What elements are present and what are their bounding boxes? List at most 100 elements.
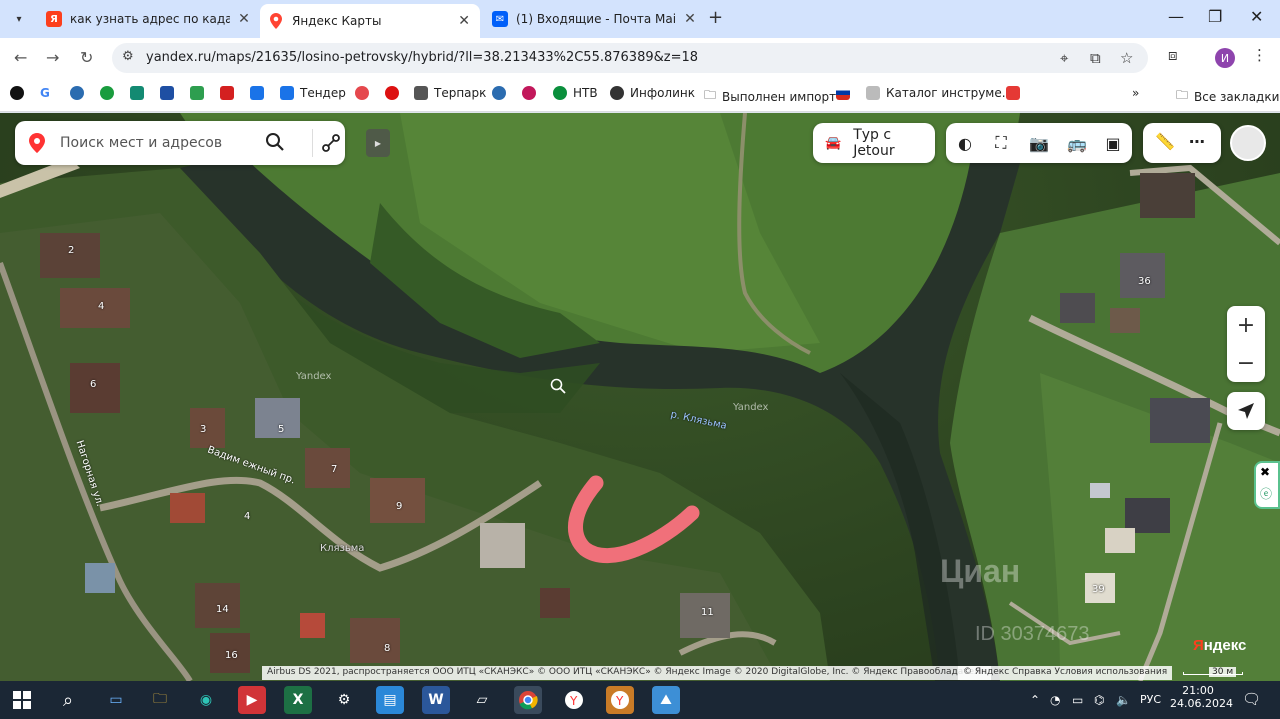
zoom-out-button[interactable]: −	[1227, 344, 1265, 382]
close-icon[interactable]: ✕	[236, 11, 252, 27]
tab-yandex-maps[interactable]: Яндекс Карты ✕	[260, 4, 480, 38]
bookmark-icon[interactable]	[100, 86, 120, 100]
bookmark-icon[interactable]	[220, 86, 240, 100]
bookmark-icon[interactable]	[160, 86, 180, 100]
restore-icon[interactable]: ❐	[1208, 7, 1222, 26]
reload-icon[interactable]: ↻	[80, 48, 93, 67]
bookmark-icon[interactable]	[355, 86, 375, 100]
star-icon[interactable]: ☆	[1120, 49, 1133, 67]
all-bookmarks[interactable]: 🗀 Все закладки	[1176, 86, 1279, 107]
app-icon[interactable]: ▤	[376, 686, 404, 714]
word-icon[interactable]: W	[422, 686, 450, 714]
search-icon[interactable]	[265, 132, 285, 152]
install-app-icon[interactable]: ⧉	[1090, 49, 1101, 67]
language-indicator[interactable]: РУС	[1140, 693, 1161, 706]
tray-chevron-icon[interactable]: ⌃	[1030, 693, 1040, 707]
bookmark-icon[interactable]	[10, 86, 30, 100]
bookmark-tender[interactable]: Тендер	[280, 86, 346, 100]
notifications-icon[interactable]: 🗨	[1242, 690, 1261, 708]
widget-icon[interactable]: ⓔ	[1260, 485, 1272, 502]
bookmark-terpark[interactable]: Терпарк	[414, 86, 486, 100]
volume-icon[interactable]: 🔈	[1116, 693, 1131, 707]
tab-search-button[interactable]: ▾	[8, 8, 30, 30]
google-icon[interactable]: G	[40, 86, 50, 100]
app-icon[interactable]: ▶	[238, 686, 266, 714]
bookmark-icon[interactable]	[836, 86, 856, 100]
more-icon[interactable]: ⋯	[1189, 132, 1205, 151]
ruler-icon[interactable]: 📏	[1155, 132, 1175, 151]
route-icon[interactable]	[321, 133, 341, 153]
search-icon[interactable]: ⌕	[54, 686, 82, 714]
address-bar[interactable]: ⚙ yandex.ru/maps/21635/losino-petrovsky/…	[112, 43, 1148, 73]
bookmark-icon[interactable]	[492, 86, 512, 100]
bookmark-label: Выполнен импорт	[722, 89, 837, 104]
user-avatar[interactable]	[1230, 125, 1266, 161]
bookmark-icon[interactable]	[250, 86, 270, 100]
folder-icon: 🗀	[1176, 88, 1189, 102]
windows-start-icon[interactable]	[8, 686, 36, 714]
yandex-icon[interactable]: Y	[606, 686, 634, 714]
map-legal-links[interactable]: © Яндекс Справка Условия использования	[958, 666, 1173, 680]
transport-icon[interactable]: 🚌	[1066, 132, 1088, 154]
clock[interactable]: 21:00 24.06.2024	[1170, 684, 1233, 710]
map-attribution[interactable]: Airbus DS 2021, распространяется ООО ИТЦ…	[262, 666, 991, 680]
site-info-icon[interactable]: ⚙	[122, 49, 134, 64]
close-window-icon[interactable]: ✕	[1250, 7, 1263, 26]
bookmark-icon[interactable]	[70, 86, 90, 100]
bookmark-icon[interactable]	[522, 86, 542, 100]
tray-app-icon[interactable]: ◔	[1050, 693, 1060, 707]
house-number: 36	[1138, 276, 1151, 287]
close-icon[interactable]: ✖	[1260, 465, 1270, 479]
yandex-browser-icon[interactable]: Y	[560, 686, 588, 714]
bookmark-folder-import[interactable]: 🗀 Выполнен импорт	[704, 86, 836, 107]
geolocation-button[interactable]	[1227, 392, 1265, 430]
bookmark-icon[interactable]	[130, 86, 150, 100]
promo-button[interactable]: 🚘 Тур с Jetour	[813, 123, 935, 163]
side-widget[interactable]: ✖ ⓔ	[1254, 461, 1280, 509]
close-icon[interactable]: ✕	[682, 11, 698, 27]
svg-text:Y: Y	[615, 694, 624, 708]
extensions-icon[interactable]: ⧈	[1168, 46, 1178, 64]
task-view-icon[interactable]: ▭	[102, 686, 130, 714]
tab-mail[interactable]: ✉ (1) Входящие - Почта Mail.ru ✕	[484, 4, 706, 34]
camera-icon[interactable]: 📷	[1028, 132, 1050, 154]
house-number: 2	[68, 245, 75, 256]
menu-dots-icon[interactable]: ⋮	[1252, 46, 1267, 64]
search-input[interactable]: Поиск мест и адресов	[60, 135, 222, 151]
bookmark-ntv[interactable]: НТВ	[553, 86, 598, 100]
windows-taskbar: ⌕ ▭ 🗀 ◉ ▶ X ⚙ ▤ W ▱ Y Y ⛰ ⌃ ◔ ▭ ⌬ 🔈 РУС …	[0, 681, 1280, 719]
avatar[interactable]: И	[1215, 48, 1235, 68]
more-bookmarks-icon[interactable]: »	[1132, 86, 1139, 100]
house-number: 4	[244, 511, 251, 522]
overlay-icon[interactable]: ▣	[1102, 132, 1124, 154]
excel-icon[interactable]: X	[284, 686, 312, 714]
map-view[interactable]: 2 4 6 3 5 7 9 4 14 16 8 11 36 39 р. Кляз…	[0, 113, 1280, 681]
bookmark-icon[interactable]	[385, 86, 405, 100]
layers-icon[interactable]: ◐	[954, 132, 976, 154]
bookmark-catalog[interactable]: Каталог инструме...	[866, 86, 1013, 100]
yandex-favicon-icon: Я	[46, 11, 62, 27]
collapse-panel-button[interactable]: ▶	[366, 129, 390, 157]
bookmark-icon[interactable]	[190, 86, 210, 100]
photos-icon[interactable]: ⛰	[652, 686, 680, 714]
edge-icon[interactable]: ◉	[192, 686, 220, 714]
file-explorer-icon[interactable]: 🗀	[146, 686, 174, 714]
chrome-icon[interactable]	[514, 686, 542, 714]
zoom-in-button[interactable]: +	[1227, 306, 1265, 344]
close-icon[interactable]: ✕	[456, 13, 472, 29]
minimize-icon[interactable]: —	[1168, 7, 1184, 26]
url-text[interactable]: yandex.ru/maps/21635/losino-petrovsky/hy…	[146, 50, 698, 65]
bookmark-icon[interactable]	[1006, 86, 1026, 100]
app-icon[interactable]: ▱	[468, 686, 496, 714]
tab-search-result[interactable]: Я как узнать адрес по кадастро ✕	[38, 4, 260, 34]
settings-icon[interactable]: ⚙	[330, 686, 358, 714]
battery-icon[interactable]: ▭	[1072, 693, 1083, 707]
forward-icon[interactable]: →	[46, 48, 59, 67]
back-icon[interactable]: ←	[14, 48, 27, 67]
new-tab-button[interactable]: +	[708, 7, 723, 28]
bookmark-infolink[interactable]: Инфолинк	[610, 86, 695, 100]
bookmark-label: Тендер	[300, 86, 346, 100]
panorama-icon[interactable]: ⛶	[990, 132, 1012, 154]
location-icon[interactable]: ⌖	[1060, 49, 1068, 67]
network-icon[interactable]: ⌬	[1094, 693, 1104, 707]
